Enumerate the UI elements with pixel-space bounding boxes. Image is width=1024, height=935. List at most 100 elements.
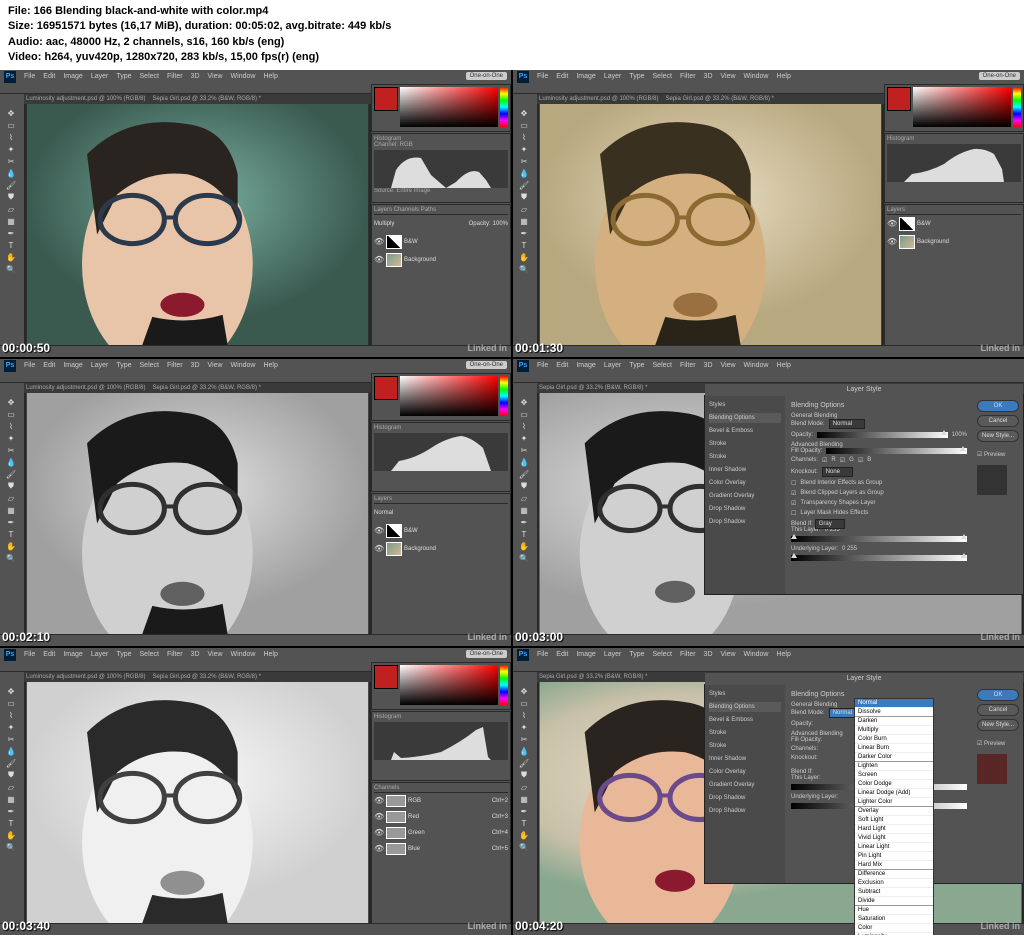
blend-mode-dropdown-list[interactable]: Normal Dissolve Darken Multiply Color Bu…: [854, 698, 934, 935]
tool-panel[interactable]: ✥▭⌇✦✂💧🖌⛊▱▦✒T✋🔍: [513, 94, 537, 345]
document-tabs[interactable]: Luminosity adjustment.psd @ 100% (RGB/8)…: [24, 94, 371, 104]
tool-panel[interactable]: ✥▭⌇✦✂💧🖌⛊▱▦✒T✋🔍: [0, 383, 24, 634]
color-panel[interactable]: [884, 84, 1024, 132]
eyedropper-tool[interactable]: 💧: [0, 168, 22, 179]
channel-green[interactable]: 👁GreenCtrl+4: [374, 825, 508, 841]
right-panels: Histogram Channels 👁RGBCtrl+2 👁RedCtrl+3…: [371, 662, 511, 935]
opacity-slider[interactable]: [817, 432, 948, 438]
tool-panel[interactable]: ✥▭⌇✦✂💧🖌⛊▱▦✒T✋🔍: [513, 672, 537, 923]
layer-background[interactable]: 👁Background: [374, 251, 508, 269]
crop-tool[interactable]: ✂: [0, 156, 22, 167]
channels-panel[interactable]: Channels 👁RGBCtrl+2 👁RedCtrl+3 👁GreenCtr…: [371, 782, 511, 935]
menu-file[interactable]: File: [24, 73, 35, 80]
thumbnail-5: Ps FileEditImageLayerTypeSelectFilter3DV…: [0, 648, 511, 935]
canvas[interactable]: [24, 682, 371, 923]
ls-blending-options[interactable]: Blending Options: [709, 413, 781, 423]
hand-tool[interactable]: ✋: [0, 252, 22, 263]
file-size-line: Size: 16951571 bytes (16,17 MiB), durati…: [8, 19, 1016, 34]
ok-button[interactable]: OK: [977, 689, 1019, 701]
pen-tool[interactable]: ✒: [0, 228, 22, 239]
photoshop-menubar[interactable]: Ps FileEditImageLayerTypeSelectFilter3DV…: [513, 648, 1024, 662]
timestamp: 00:01:30: [515, 341, 563, 355]
timestamp: 00:03:40: [2, 919, 50, 933]
channel-rgb[interactable]: 👁RGBCtrl+2: [374, 793, 508, 809]
thumbnail-grid: Ps File Edit Image Layer Type Select Fil…: [0, 70, 1024, 935]
dialog-main: Blending Options General Blending Blend …: [785, 396, 973, 594]
linkedin-watermark: Linked in: [980, 343, 1020, 353]
canvas[interactable]: [24, 104, 371, 345]
photoshop-logo: Ps: [4, 71, 16, 83]
type-tool[interactable]: T: [0, 240, 22, 251]
lasso-tool[interactable]: ⌇: [0, 132, 22, 143]
menu-window[interactable]: Window: [231, 73, 256, 80]
layers-tab[interactable]: Layers: [374, 207, 392, 213]
menu-layer[interactable]: Layer: [91, 73, 109, 80]
menu-image[interactable]: Image: [63, 73, 82, 80]
color-picker-area[interactable]: [400, 87, 498, 127]
histogram-chart: [887, 144, 1021, 182]
photoshop-menubar[interactable]: Ps FileEditImageLayerTypeSelectFilter3DV…: [513, 359, 1024, 373]
gradient-tool[interactable]: ▦: [0, 216, 22, 227]
menu-help[interactable]: Help: [263, 73, 277, 80]
foreground-color[interactable]: [374, 87, 398, 111]
menu-type[interactable]: Type: [116, 73, 131, 80]
canvas[interactable]: [537, 104, 884, 345]
layers-panel[interactable]: Layers 👁B&W 👁Background: [884, 204, 1024, 357]
photoshop-menubar[interactable]: Ps File Edit Image Layer Type Select Fil…: [0, 70, 511, 84]
histogram-panel: Histogram: [884, 133, 1024, 203]
tab-1[interactable]: Luminosity adjustment.psd @ 100% (RGB/8): [26, 96, 145, 102]
timestamp: 00:03:00: [515, 630, 563, 644]
eraser-tool[interactable]: ▱: [0, 204, 22, 215]
photoshop-logo: Ps: [517, 71, 529, 83]
menu-filter[interactable]: Filter: [167, 73, 183, 80]
thumbnail-1: Ps File Edit Image Layer Type Select Fil…: [0, 70, 511, 357]
underlying-slider[interactable]: [791, 555, 967, 561]
blend-mode-row[interactable]: Multiply Opacity:100%: [374, 215, 508, 233]
portrait-image-sepia: [537, 104, 884, 345]
zoom-tool[interactable]: 🔍: [0, 264, 22, 275]
layers-panel[interactable]: Layers Channels Paths Multiply Opacity:1…: [371, 204, 511, 357]
hue-slider[interactable]: [500, 87, 508, 127]
channel-red[interactable]: 👁RedCtrl+3: [374, 809, 508, 825]
tool-panel[interactable]: ✥▭⌇✦✂💧🖌⛊▱▦✒T✋🔍: [0, 672, 24, 923]
dialog-sidebar: Styles Blending Options Bevel & Emboss S…: [705, 396, 785, 594]
workspace-badge[interactable]: One-on-One: [466, 72, 507, 80]
stamp-tool[interactable]: ⛊: [0, 192, 22, 203]
histogram-panel: Histogram Channel: RGB Source: Entire Im…: [371, 133, 511, 203]
visibility-icon[interactable]: 👁: [374, 237, 384, 246]
menu-edit[interactable]: Edit: [43, 73, 55, 80]
ls-styles[interactable]: Styles: [709, 400, 781, 410]
cancel-button[interactable]: Cancel: [977, 415, 1019, 427]
color-panel[interactable]: [371, 84, 511, 132]
menu-3d[interactable]: 3D: [191, 73, 200, 80]
document-tabs[interactable]: Luminosity adjustment.psd @ 100% (RGB/8)…: [537, 94, 884, 104]
menu-view[interactable]: View: [208, 73, 223, 80]
channels-tab[interactable]: Channels: [394, 207, 419, 213]
canvas[interactable]: [24, 393, 371, 634]
cancel-button[interactable]: Cancel: [977, 704, 1019, 716]
blend-mode-dropdown[interactable]: Normal: [829, 419, 865, 429]
marquee-tool[interactable]: ▭: [0, 120, 22, 131]
fill-opacity-slider[interactable]: [826, 448, 967, 454]
brush-tool[interactable]: 🖌: [0, 180, 22, 191]
new-style-button[interactable]: New Style...: [977, 430, 1019, 442]
paths-tab[interactable]: Paths: [421, 207, 436, 213]
move-tool[interactable]: ✥: [0, 108, 22, 119]
layer-style-dialog[interactable]: Layer Style Styles Blending Options Beve…: [704, 395, 1024, 595]
tool-panel[interactable]: ✥ ▭ ⌇ ✦ ✂ 💧 🖌 ⛊ ▱ ▦ ✒ T ✋ 🔍: [0, 94, 24, 345]
photoshop-menubar[interactable]: Ps FileEditImageLayerTypeSelectFilter3DV…: [513, 70, 1024, 84]
ok-button[interactable]: OK: [977, 400, 1019, 412]
thumbnail-4: Ps FileEditImageLayerTypeSelectFilter3DV…: [513, 359, 1024, 646]
workspace-badge[interactable]: One-on-One: [979, 72, 1020, 80]
wand-tool[interactable]: ✦: [0, 144, 22, 155]
layer-bw[interactable]: 👁B&W: [374, 233, 508, 251]
photoshop-menubar[interactable]: Ps FileEditImageLayerTypeSelectFilter3DV…: [0, 648, 511, 662]
visibility-icon[interactable]: 👁: [374, 255, 384, 264]
photoshop-menubar[interactable]: Ps FileEditImageLayerTypeSelectFilter3DV…: [0, 359, 511, 373]
menu-select[interactable]: Select: [140, 73, 159, 80]
tab-2[interactable]: Sepia Girl.psd @ 33.2% (B&W, RGB/8) *: [152, 96, 260, 102]
blend-mode-normal[interactable]: Normal: [855, 699, 933, 708]
channel-blue[interactable]: 👁BlueCtrl+5: [374, 841, 508, 857]
tool-panel[interactable]: ✥▭⌇✦✂💧🖌⛊▱▦✒T✋🔍: [513, 383, 537, 634]
this-layer-slider[interactable]: [791, 536, 967, 542]
